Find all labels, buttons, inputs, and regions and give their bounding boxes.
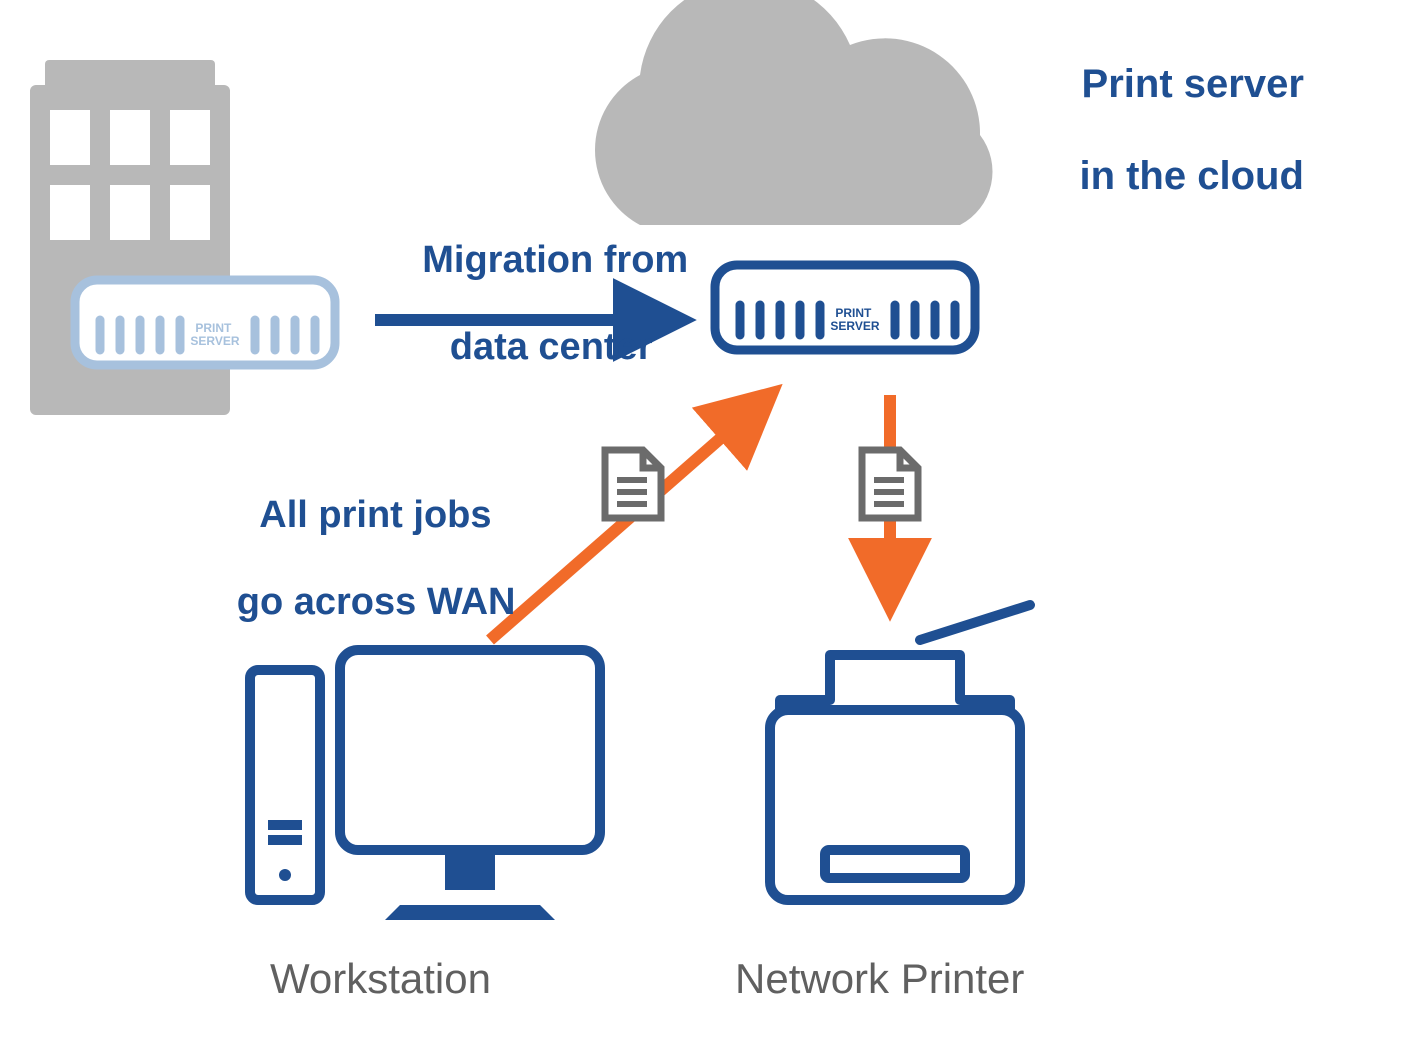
migration-line1: Migration from — [422, 239, 688, 281]
migration-label: Migration from data center — [380, 195, 680, 413]
workstation-label: Workstation — [270, 955, 491, 1003]
diagram-stage: PRINT SERVER PRINT SERVER — [0, 0, 1403, 1050]
wan-line1: All print jobs — [259, 494, 491, 536]
print-server-old-icon: PRINT SERVER — [75, 280, 335, 365]
print-server-cloud-icon: PRINT SERVER — [715, 265, 975, 350]
document-icon-down — [862, 450, 918, 518]
printer-label: Network Printer — [735, 955, 1024, 1003]
cloud-title: Print server in the cloud — [1035, 15, 1304, 245]
server-badge-cloud: PRINT SERVER — [830, 306, 879, 333]
wan-line2: go across WAN — [237, 581, 516, 623]
server-badge-old: PRINT SERVER — [190, 321, 239, 348]
migration-line2: data center — [450, 326, 653, 368]
cloud-title-line2: in the cloud — [1079, 154, 1303, 198]
network-printer-icon — [770, 605, 1030, 900]
cloud-title-line1: Print server — [1082, 62, 1304, 106]
workstation-icon — [250, 650, 600, 920]
cloud-icon — [595, 0, 993, 225]
wan-label: All print jobs go across WAN — [185, 450, 525, 668]
document-icon-up — [605, 450, 661, 518]
